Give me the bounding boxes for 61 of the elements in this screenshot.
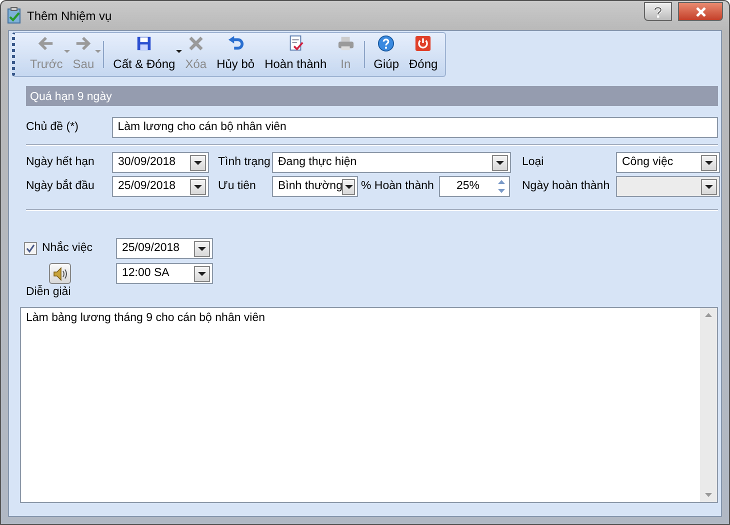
field-label: Loại — [522, 154, 545, 170]
reminder-checkbox[interactable] — [24, 242, 37, 255]
checkbox-label: Nhắc việc — [42, 240, 92, 256]
dropdown-field[interactable]: Đang thực hiện — [272, 152, 511, 173]
caret-icon — [194, 160, 202, 164]
clipboard-check-icon — [7, 7, 21, 24]
save-icon — [135, 35, 154, 52]
field-label: Tình trạng — [218, 154, 272, 170]
caret-icon — [344, 184, 353, 188]
dropdown-field[interactable]: 30/09/2018 — [112, 152, 209, 173]
caret-icon — [496, 160, 504, 164]
caret-icon — [198, 246, 206, 250]
field-label: % Hoàn thành — [361, 178, 435, 194]
help-icon — [653, 6, 663, 18]
delete-icon — [186, 35, 205, 52]
right-arrow-icon — [74, 35, 92, 52]
spin-down-icon[interactable] — [498, 189, 504, 194]
dropdown-field[interactable]: Công việc — [616, 152, 720, 173]
check-icon — [26, 244, 35, 253]
dropdown-field[interactable]: Bình thường — [272, 176, 358, 197]
help-icon — [377, 35, 396, 52]
caret-icon — [194, 184, 202, 188]
dropdown-arrow-button[interactable] — [190, 154, 206, 170]
toolbar-button[interactable]: Hoàn thành — [260, 33, 332, 76]
caret-icon — [705, 184, 713, 188]
power-icon — [414, 35, 432, 52]
help-button[interactable] — [644, 2, 672, 21]
field-label: Ngày bắt đầu — [26, 178, 96, 194]
subject-field[interactable]: Làm lương cho cán bộ nhân viên — [112, 117, 718, 138]
sound-button[interactable] — [49, 263, 71, 284]
dropdown-arrow-button[interactable] — [492, 154, 508, 170]
caret-icon — [705, 160, 713, 164]
toolbar-button[interactable]: Hủy bỏ — [212, 33, 260, 76]
spin-field[interactable]: 25% — [439, 176, 510, 197]
caret-icon — [198, 272, 206, 276]
left-arrow-icon — [37, 35, 56, 52]
reminder-time-field[interactable]: 12:00 SA — [116, 263, 213, 284]
reminder-date-field[interactable]: 25/09/2018 — [116, 238, 213, 259]
description-field[interactable]: Làm bảng lương tháng 9 cho cán bộ nhân viên — [20, 307, 718, 503]
field-label: Ngày hoàn thành — [522, 178, 611, 194]
toolbar-button[interactable]: Giúp — [368, 33, 404, 76]
description-label: Diễn giải — [26, 284, 72, 300]
field-label: Ngày hết hạn — [26, 154, 96, 170]
dropdown-arrow-button[interactable] — [194, 266, 210, 282]
dropdown-arrow-button[interactable] — [190, 178, 206, 194]
close-icon — [694, 6, 706, 16]
dropdown-arrow-button[interactable] — [701, 154, 717, 170]
dropdown-arrow-button[interactable] — [342, 178, 355, 194]
dropdown-field[interactable]: 25/09/2018 — [112, 176, 209, 197]
close-button[interactable] — [678, 2, 723, 21]
toolbar-button[interactable]: Đóng — [404, 33, 443, 76]
dropdown-arrow-button[interactable] — [194, 240, 210, 256]
window-title: Thêm Nhiệm vụ — [27, 8, 113, 24]
undo-icon — [226, 35, 245, 52]
toolbar-button[interactable]: Cất & Đóng — [108, 33, 180, 76]
spin-up-icon[interactable] — [498, 180, 504, 184]
field-label: Ưu tiên — [218, 178, 257, 194]
printer-icon — [336, 35, 355, 52]
dropdown-caret-icon[interactable] — [176, 50, 182, 53]
field-label: Chủ đề (*) — [26, 120, 80, 135]
overdue-banner: Quá hạn 9 ngày — [26, 86, 718, 106]
